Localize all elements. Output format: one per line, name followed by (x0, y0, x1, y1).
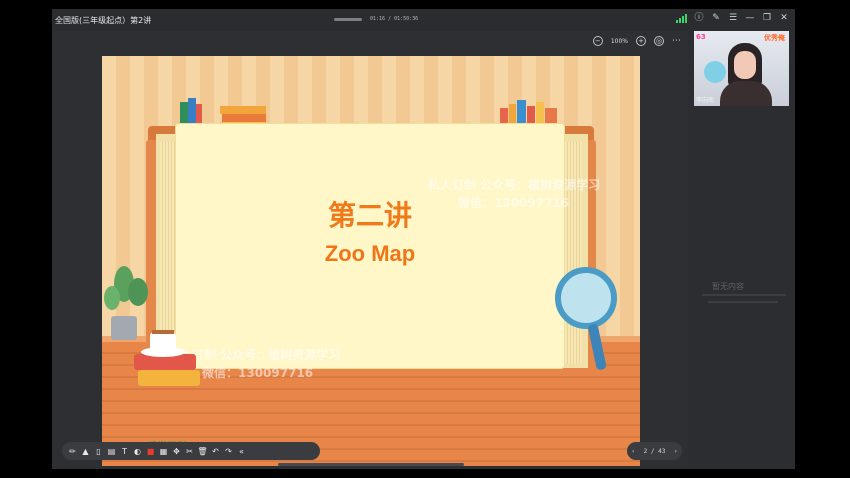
zoom-out-icon[interactable]: − (592, 36, 603, 46)
info-icon[interactable]: ⓘ (694, 13, 704, 23)
drawing-toolbar: ✏ ▲ ▯ ▤ T ◐ ■ ▦ ✥ ✂ 🗑 ↶ ↷ « (62, 442, 320, 460)
undo-icon[interactable]: ↶ (211, 445, 220, 457)
video-number: 63 (696, 33, 706, 41)
window-controls: ⓘ ✎ ☰ — ❐ ✕ (676, 13, 789, 23)
zoom-in-icon[interactable]: + (636, 36, 646, 46)
playback-progress[interactable] (334, 18, 362, 21)
more-icon[interactable]: ⋯ (672, 36, 681, 46)
clear-icon[interactable]: ▤ (107, 445, 116, 457)
mascot-avatar (704, 61, 726, 83)
color-icon[interactable]: ■ (146, 445, 155, 457)
close-icon[interactable]: ✕ (779, 13, 789, 23)
cup-and-books-illustration (134, 330, 200, 386)
highlighter-icon[interactable]: ▲ (81, 445, 90, 457)
side-panel: 63 优秀俺 李向南 暂无内容 (688, 31, 795, 469)
next-page-icon[interactable]: › (675, 448, 677, 455)
prev-page-icon[interactable]: ‹ (632, 448, 634, 455)
collapse-icon[interactable]: « (237, 445, 246, 457)
teacher-video[interactable]: 63 优秀俺 李向南 (694, 31, 789, 106)
cut-icon[interactable]: ✂ (185, 445, 194, 457)
title-bar: 全国版(三年级起点）第2讲 01:16 / 01:50:36 ⓘ ✎ ☰ — ❐… (52, 9, 795, 31)
tools-icon[interactable]: ✎ (711, 13, 721, 23)
chat-empty-hint: 暂无内容 (712, 282, 744, 291)
pen-icon[interactable]: ✏ (68, 445, 77, 457)
teacher-face (734, 51, 756, 79)
watermark-line1: 私人订制 公众号：植树资源学习 (428, 178, 601, 192)
shape-icon[interactable]: ◐ (133, 445, 142, 457)
restore-icon[interactable]: ❐ (762, 13, 772, 23)
grid-icon[interactable]: ▦ (159, 445, 168, 457)
minimize-icon[interactable]: — (745, 13, 755, 23)
watermark-line2: 微信：130097716 (458, 196, 570, 210)
move-icon[interactable]: ✥ (172, 445, 181, 457)
watermark-line2-lower: 微信：130097716 (202, 366, 314, 380)
menu-icon[interactable]: ☰ (728, 13, 738, 23)
signal-icon (676, 13, 687, 23)
window-title: 全国版(三年级起点）第2讲 (55, 16, 152, 25)
magnifier-illustration (555, 267, 617, 370)
zoom-controls: − 100% + ◎ ⋯ (592, 36, 681, 46)
slide: 第二讲 Zoo Map 私人订制 公众号：植树资源学习 微信：130097716… (102, 56, 640, 466)
page-indicator: 2 / 43 (643, 447, 666, 455)
video-badge: 优秀俺 (764, 34, 785, 42)
fit-screen-icon[interactable]: ◎ (654, 36, 664, 46)
teacher-name: 李向南 (696, 97, 715, 104)
eraser-icon[interactable]: ▯ (94, 445, 103, 457)
teacher-body (720, 81, 772, 106)
text-icon[interactable]: T (120, 445, 129, 457)
delete-icon[interactable]: 🗑 (197, 445, 207, 457)
zoom-level: 100% (610, 37, 628, 45)
classroom-window: 全国版(三年级起点）第2讲 01:16 / 01:50:36 ⓘ ✎ ☰ — ❐… (52, 9, 795, 469)
lesson-subtitle: Zoo Map (324, 241, 416, 266)
redo-icon[interactable]: ↷ (224, 445, 233, 457)
horizontal-scrollbar[interactable] (278, 463, 464, 466)
courseware-stage: − 100% + ◎ ⋯ 第二讲 Zoo Map 私人订制 公众号：植树资源学习… (52, 31, 688, 469)
page-navigator: ‹ 2 / 43 › (627, 442, 682, 460)
chat-placeholder-line (702, 294, 786, 296)
playback-time: 01:16 / 01:50:36 (370, 16, 419, 22)
chat-placeholder-line-2 (708, 301, 778, 303)
